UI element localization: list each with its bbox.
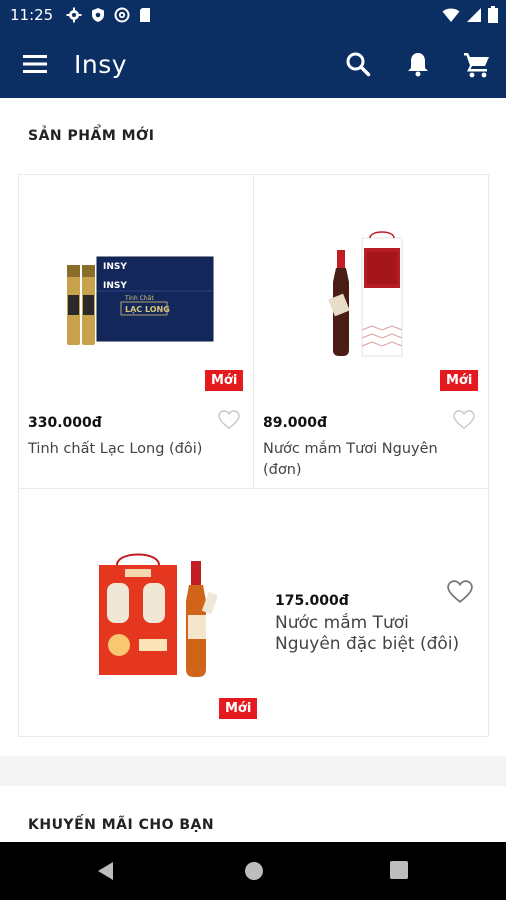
product-card[interactable]: Mới 175.000đ Nước mắm Tươi Nguyên đặc bi… (19, 489, 488, 736)
product-image (99, 553, 217, 677)
product-card[interactable]: INSY INSY Tinh Chất LẠC LONG Mới 330.000… (19, 175, 253, 488)
sd-card-icon (140, 8, 150, 22)
settings-icon (66, 7, 82, 23)
product-name: Nước mắm Tươi Nguyên đặc biệt (đôi) (275, 613, 460, 654)
app-title: Insy (74, 50, 128, 79)
status-icons-right (442, 6, 498, 23)
section-title-new-products: SẢN PHẨM MỚI (28, 128, 155, 144)
box-brand-label: INSY (103, 262, 127, 272)
cart-icon[interactable] (463, 50, 491, 78)
search-icon[interactable] (344, 50, 372, 78)
new-badge: Mới (440, 370, 479, 391)
heart-icon[interactable] (447, 580, 473, 604)
recents-icon[interactable] (390, 861, 408, 879)
grid-divider (488, 174, 489, 736)
product-card[interactable]: Mới 89.000đ Nước mắm Tươi Nguyên (đơn) (254, 175, 488, 488)
heart-icon[interactable] (453, 410, 475, 430)
product-name: Nước mắm Tươi Nguyên (đơn) (263, 441, 438, 478)
hamburger-menu-icon[interactable] (22, 52, 48, 76)
box-brand-label: INSY (103, 281, 127, 291)
product-name: Tinh chất Lạc Long (đôi) (28, 441, 203, 457)
system-nav-bar (0, 842, 506, 900)
new-badge: Mới (205, 370, 244, 391)
section-title-promotions: KHUYẾN MÃI CHO BẠN (28, 817, 215, 833)
box-title: LẠC LONG (125, 305, 170, 314)
app-bar: Insy (0, 30, 506, 98)
heart-icon[interactable] (218, 410, 240, 430)
signal-icon (467, 7, 481, 22)
back-icon[interactable] (97, 861, 115, 881)
status-bar: 11:25 (0, 0, 506, 30)
battery-icon (488, 6, 498, 23)
section-separator (0, 756, 506, 786)
at-sign-icon (114, 7, 130, 23)
product-price: 175.000đ (275, 593, 349, 609)
status-time: 11:25 (10, 6, 54, 24)
product-price: 89.000đ (263, 415, 328, 431)
bell-icon[interactable] (404, 50, 432, 78)
product-image (328, 231, 403, 357)
product-price: 330.000đ (28, 415, 102, 431)
product-image: INSY INSY Tinh Chất LẠC LONG (67, 256, 214, 345)
status-icons-left (66, 7, 152, 23)
wifi-icon (442, 8, 460, 22)
shield-icon (92, 8, 104, 22)
home-icon[interactable] (244, 861, 264, 881)
new-badge: Mới (219, 698, 258, 719)
box-subtitle: Tinh Chất (124, 295, 154, 302)
grid-divider (18, 736, 488, 737)
